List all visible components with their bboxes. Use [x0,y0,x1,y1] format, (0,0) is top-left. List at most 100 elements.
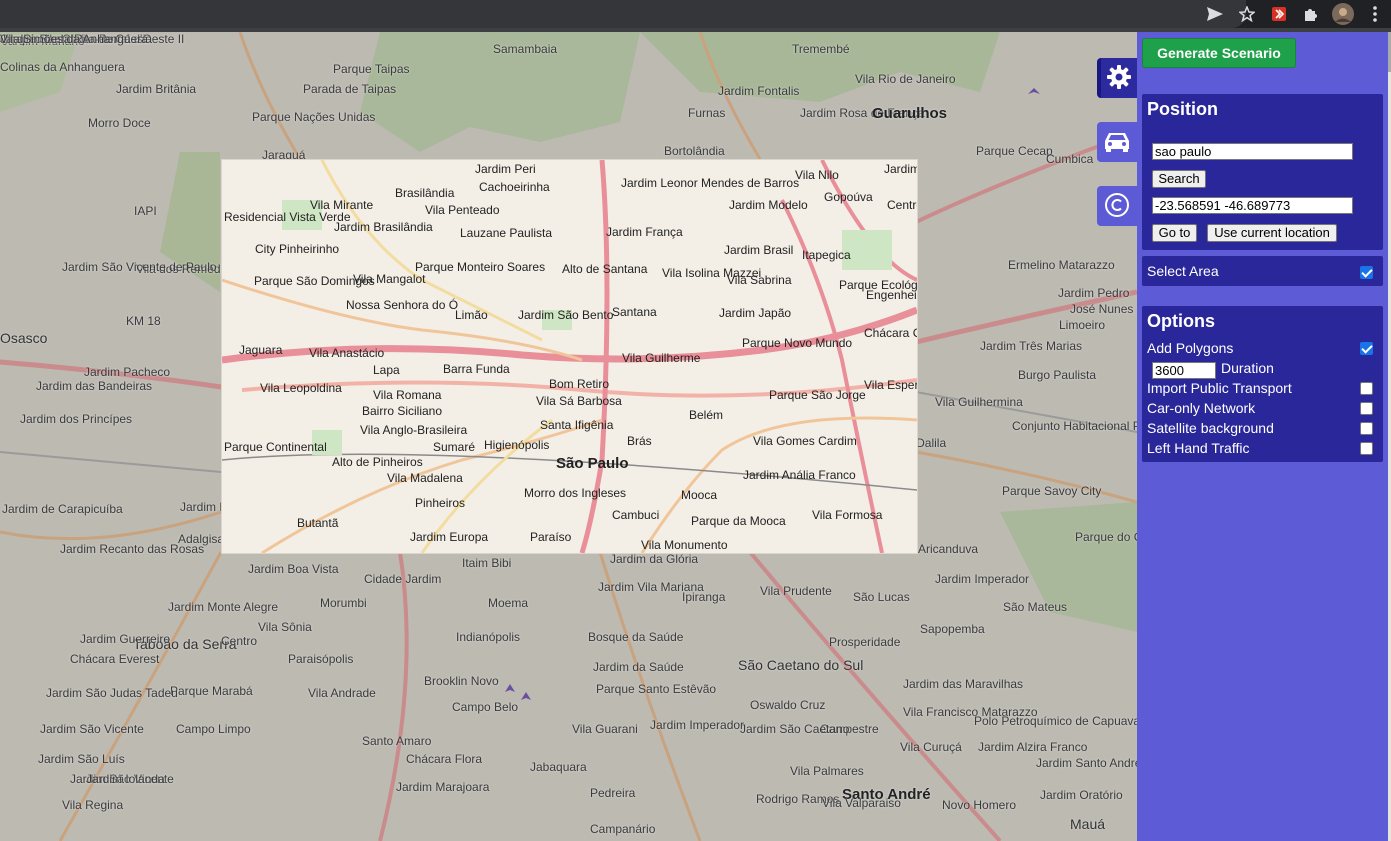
map-place-label: Cachoeirinha [479,180,550,194]
map-place-label: Burgo Paulista [1018,368,1097,382]
map-place-label: Santana [612,305,657,319]
extension-red-icon[interactable] [1263,0,1295,28]
map-place-label: Jardim Europa [410,530,489,544]
map-place-label: Jardim de Carapicuíba [2,502,123,516]
map-place-label: Vila Anglo-Brasileira [360,423,468,437]
map-place-label: Jabaquara [530,760,587,774]
settings-tab[interactable] [1097,58,1137,98]
select-area-section: Select Area [1142,256,1383,286]
map-place-label: Vila Romana [373,388,442,402]
map-place-label: Cidade Jardim [364,572,442,586]
map-place-label: Oswaldo Cruz [750,698,826,712]
browser-toolbar [0,0,1391,28]
kebab-menu-icon[interactable] [1359,0,1391,28]
import-public-transport-checkbox[interactable] [1360,382,1373,395]
map-place-label: Cambuci [612,508,660,522]
left-hand-traffic-checkbox[interactable] [1360,442,1373,455]
map-place-label: Vila Anastácio [309,346,385,360]
map-place-label: Jardim Monte Alegre [168,600,279,614]
map-place-label: Centro [221,634,258,648]
map-place-label: Parada de Taipas [303,82,397,96]
map-place-label: Parque Monteiro Soares [415,260,546,274]
map-place-label: City Pinheirinho [255,242,340,256]
map-place-label: Parque Savoy City [1002,484,1102,498]
selected-area-overlay[interactable]: Jardim Peri Cachoeirinha Jardim Leonor Men… [221,159,918,554]
map-place-label: Paraisópolis [288,652,354,666]
map-place-label: Vila Penteado [425,203,500,217]
map-place-label: Novo Homero [942,798,1017,812]
map-place-label: Vila Palmares [790,764,864,778]
star-icon[interactable] [1231,0,1263,28]
map-place-label: Aricanduva [918,542,979,556]
map-place-label: Campo Limpo [176,722,251,736]
select-area-checkbox[interactable] [1360,266,1373,279]
import-public-transport-label: Import Public Transport [1147,380,1292,396]
map-place-label: Jardim São Judas Tadeu [46,686,178,700]
profile-avatar[interactable] [1327,0,1359,28]
map-place-label: Higienópolis [484,438,550,452]
search-button[interactable]: Search [1152,170,1206,188]
map-place-label: Jardim Oratório [1040,788,1123,802]
map-place-label: Jardim São Vicente de Paulo [62,260,217,274]
map-place-label: Parque da Mooca [691,514,786,528]
position-section: Position sao paulo Search -23.568591 -46… [1142,94,1383,250]
map-place-label: Jardim Anália Franco [743,468,856,482]
map-place-label: Brás [627,434,652,448]
send-icon[interactable] [1199,0,1231,28]
search-input[interactable]: sao paulo [1152,143,1353,160]
duration-label: Duration [1221,360,1274,376]
map-place-label: Parque do Carmo [1075,530,1137,544]
map-view[interactable]: Jardim Muriano Colinas da Anhanguera Jardi… [0,32,1137,841]
puzzle-icon[interactable] [1295,0,1327,28]
map-place-label: Jardim Fontalis [718,84,800,98]
map-place-label: Gopoúva [824,190,873,204]
map-place-label: Jardim Brasilândia [334,220,433,234]
map-place-label: Vila Guilhermina [935,395,1023,409]
map-place-label: Parque Nações Unidas [252,110,376,124]
map-place-label: Parque Continental [224,440,327,454]
gear-icon [1106,64,1132,93]
satellite-background-checkbox[interactable] [1360,422,1373,435]
map-place-label: Osasco [0,330,48,346]
map-place-label: Adalgisa [178,532,225,546]
map-place-label: Parque Novo Mundo [742,336,853,350]
map-place-label: José Nunes [1070,302,1134,316]
map-place-label: Campo Belo [452,700,519,714]
car-only-network-checkbox[interactable] [1360,402,1373,415]
map-place-label: Colinas da Anhanguera [0,60,125,74]
browser-toolbar-icons [1199,0,1391,28]
map-place-label: Mooca [681,488,718,502]
map-place-label: Santo Amaro [362,734,432,748]
map-place-label: Vila Simões da Anhanguera [0,32,148,46]
coordinates-input[interactable]: -23.568591 -46.689773 [1152,197,1353,214]
map-place-label: Vila Guarani [572,722,638,736]
map-place-label: Polo Petroquímico de Capuava [974,714,1137,728]
map-place-label: Furnas [688,106,726,120]
map-place-label: Parque Cecap [976,144,1053,158]
map-place-label: Morro Doce [88,116,151,130]
map-place-label: Jardim Iolanda [86,772,165,786]
map-place-label: Vila Formosa [812,508,883,522]
duration-input[interactable]: 3600 [1152,362,1216,379]
map-place-label: Guarulhos [872,105,948,122]
credits-tab[interactable] [1097,186,1137,226]
map-place-label: Jardim Paraventi [884,162,918,176]
vehicle-tab[interactable] [1097,122,1137,162]
map-place-label: Jardim Três Marias [980,339,1083,353]
map-place-label: Jardim Britânia [116,82,197,96]
add-polygons-checkbox[interactable] [1360,342,1373,355]
generate-scenario-button[interactable]: Generate Scenario [1142,38,1296,68]
use-current-location-button[interactable]: Use current location [1207,224,1337,242]
map-place-label: Sapopemba [920,622,985,636]
map-place-label: Vila Rio de Janeiro [855,72,956,86]
map-place-label: Morumbi [320,596,367,610]
map-place-label: São Lucas [853,590,910,604]
go-to-button[interactable]: Go to [1152,224,1197,242]
address-bar-area[interactable] [0,0,1246,28]
map-place-label: KM 18 [126,314,161,328]
map-place-label: Vila Mangalot [353,272,426,286]
map-place-label: Vila Gomes Cardim [753,434,857,448]
map-place-label: Jardim Guerreiro [80,632,171,646]
map-place-label: Tremembé [792,42,850,56]
map-place-label: Jardim Boa Vista [248,562,339,576]
